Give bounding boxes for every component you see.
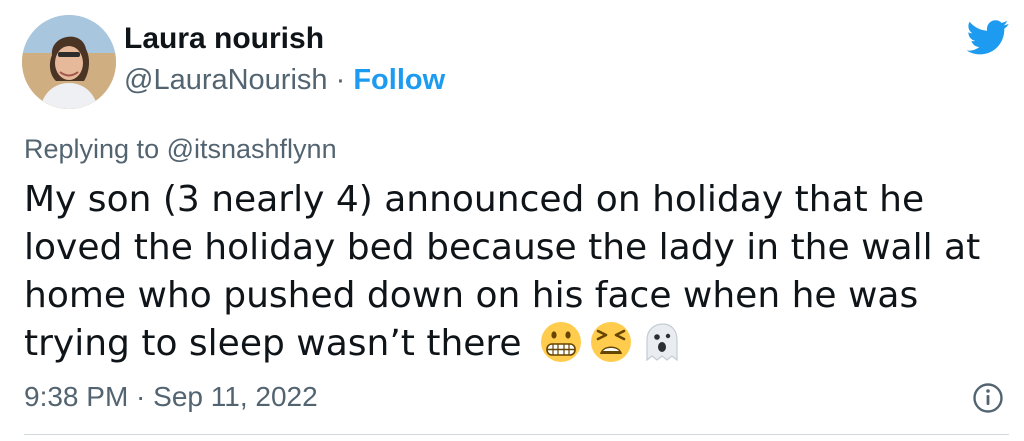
handle-separator: ·: [327, 64, 354, 96]
tweet-card: Laura nourish @LauraNourish · Follow Rep…: [0, 0, 1024, 441]
tweet-body: My son (3 nearly 4) announced on holiday…: [24, 179, 981, 364]
ghost-icon: [639, 320, 683, 364]
avatar[interactable]: [22, 15, 116, 109]
twitter-bird-icon[interactable]: [965, 16, 1011, 58]
grimacing-face-icon: [539, 320, 583, 364]
author-handle-row: @LauraNourish · Follow: [124, 64, 445, 97]
tweet-text: My son (3 nearly 4) announced on holiday…: [24, 176, 1009, 368]
author-display-name[interactable]: Laura nourish: [124, 22, 324, 56]
follow-button[interactable]: Follow: [353, 64, 445, 96]
avatar-photo: [22, 15, 116, 109]
author-handle[interactable]: @LauraNourish: [124, 64, 328, 96]
replying-to: Replying to @itsnashflynn: [24, 134, 337, 165]
reply-mention-link[interactable]: @itsnashflynn: [167, 134, 337, 164]
divider: [24, 434, 1009, 435]
tweet-timestamp[interactable]: 9:38 PM · Sep 11, 2022: [24, 381, 318, 413]
replying-to-label: Replying to: [24, 134, 167, 164]
info-icon[interactable]: [972, 382, 1004, 414]
tired-face-icon: [589, 320, 633, 364]
